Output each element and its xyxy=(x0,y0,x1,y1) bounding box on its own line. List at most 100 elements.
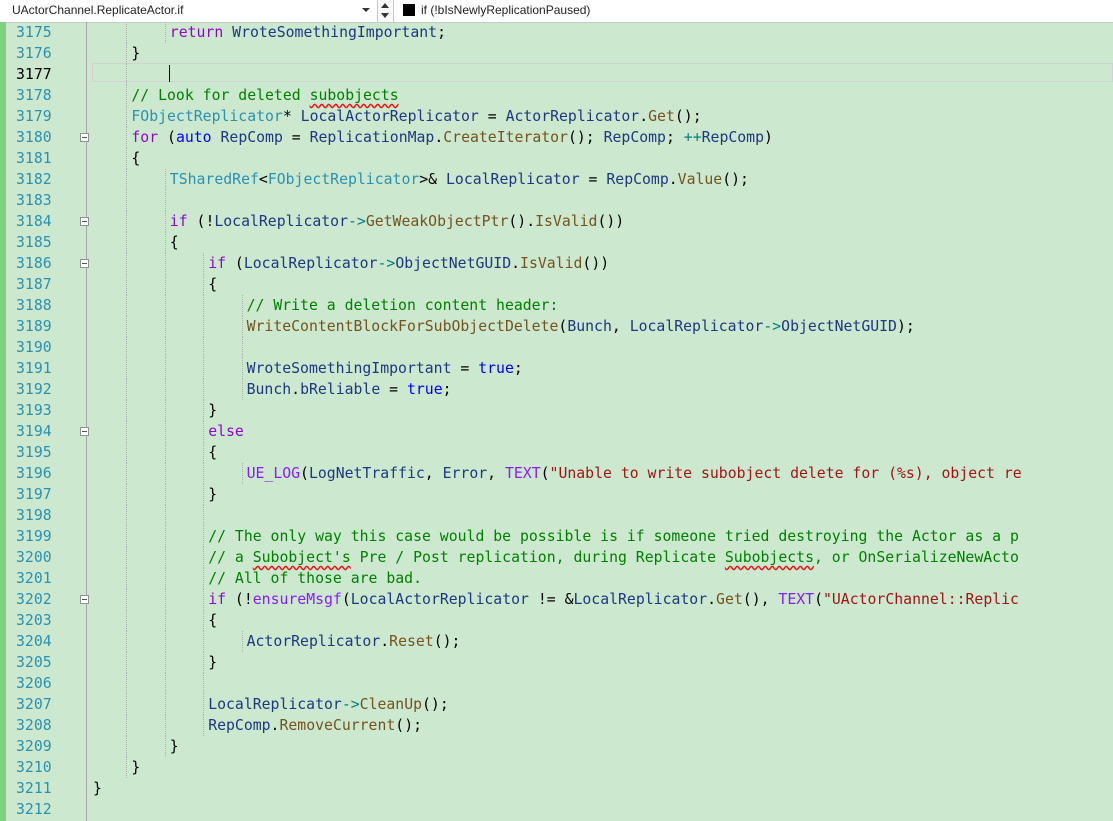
indent-guide xyxy=(203,379,205,400)
code-line[interactable]: 3183 xyxy=(0,190,1113,211)
indent-guide xyxy=(126,337,128,358)
code-line[interactable]: 3191 WroteSomethingImportant = true; xyxy=(0,358,1113,379)
code-text: } xyxy=(131,759,141,776)
indent-guide xyxy=(164,736,166,757)
indent-guide xyxy=(126,652,128,673)
line-number: 3187 xyxy=(16,276,52,293)
line-number: 3206 xyxy=(16,675,52,692)
indent-guide xyxy=(126,127,128,148)
line-number: 3177 xyxy=(16,66,52,83)
code-line[interactable]: 3203 { xyxy=(0,610,1113,631)
code-editor[interactable]: 3175 return WroteSomethingImportant; 3176}… xyxy=(0,22,1113,821)
code-text: } xyxy=(131,45,141,62)
code-line[interactable]: 3208 RepComp.RemoveCurrent(); xyxy=(0,715,1113,736)
code-line[interactable]: 3187 { xyxy=(0,274,1113,295)
line-number: 3181 xyxy=(16,150,52,167)
code-text: if (LocalReplicator->ObjectNetGUID.IsVal… xyxy=(208,255,610,272)
indent-guide xyxy=(126,22,128,43)
indent-guide xyxy=(203,526,205,547)
code-line[interactable]: 3181 { xyxy=(0,148,1113,169)
arrow-up-icon[interactable] xyxy=(381,3,389,8)
code-line[interactable]: 3175 return WroteSomethingImportant; xyxy=(0,22,1113,43)
code-line[interactable]: 3204 ActorReplicator.Reset(); xyxy=(0,631,1113,652)
code-line[interactable]: 3194 else xyxy=(0,421,1113,442)
line-number: 3208 xyxy=(16,717,52,734)
code-line[interactable]: 3210} xyxy=(0,757,1113,778)
indent-guide xyxy=(164,400,166,421)
line-number: 3209 xyxy=(16,738,52,755)
line-number: 3197 xyxy=(16,486,52,503)
code-line[interactable]: 3179 FObjectReplicator* LocalActorReplica… xyxy=(0,106,1113,127)
split-window-control[interactable] xyxy=(377,0,394,22)
code-line[interactable]: 3189 WriteContentBlockForSubObjectDelete(… xyxy=(0,316,1113,337)
indent-guide xyxy=(203,400,205,421)
line-number: 3182 xyxy=(16,171,52,188)
code-line[interactable]: 3196 UE_LOG(LogNetTraffic, Error, TEXT("U… xyxy=(0,463,1113,484)
code-text: // Write a deletion content header: xyxy=(246,297,559,314)
collapse-toggle-icon[interactable] xyxy=(80,133,89,142)
code-line[interactable]: 3212 xyxy=(0,799,1113,820)
code-line[interactable]: 3205} xyxy=(0,652,1113,673)
code-line[interactable]: 3190 xyxy=(0,337,1113,358)
scope-dropdown[interactable]: UActorChannel.ReplicateActor.if xyxy=(0,1,373,20)
code-text: LocalReplicator->CleanUp(); xyxy=(208,696,449,713)
indent-guide xyxy=(164,463,166,484)
code-line[interactable]: 3206 xyxy=(0,673,1113,694)
indent-guide xyxy=(241,295,243,316)
code-line[interactable]: 3209} xyxy=(0,736,1113,757)
code-text: { xyxy=(208,612,218,629)
indent-guide xyxy=(203,337,205,358)
code-line[interactable]: 3184 if (!LocalReplicator->GetWeakObjectP… xyxy=(0,211,1113,232)
indent-guide xyxy=(126,316,128,337)
line-number: 3198 xyxy=(16,507,52,524)
code-line[interactable]: 3182 TSharedRef<FObjectReplicator>& Local… xyxy=(0,169,1113,190)
arrow-down-icon[interactable] xyxy=(381,13,389,18)
chevron-down-icon[interactable] xyxy=(362,8,370,12)
indent-guide xyxy=(126,211,128,232)
code-line[interactable]: 3207 LocalReplicator->CleanUp(); xyxy=(0,694,1113,715)
code-line[interactable]: 3188 // Write a deletion content header: xyxy=(0,295,1113,316)
indent-guide xyxy=(164,169,166,190)
indent-guide xyxy=(126,64,128,85)
indent-guide xyxy=(126,169,128,190)
indent-guide xyxy=(203,358,205,379)
code-line[interactable]: 3202 if (!ensureMsgf(LocalActorReplicator… xyxy=(0,589,1113,610)
collapse-toggle-icon[interactable] xyxy=(80,427,89,436)
collapse-toggle-icon[interactable] xyxy=(80,217,89,226)
code-line[interactable]: 3180 for (auto RepComp = ReplicationMap.C… xyxy=(0,127,1113,148)
code-line[interactable]: 3198 xyxy=(0,505,1113,526)
code-line[interactable]: 3211} xyxy=(0,778,1113,799)
code-text: FObjectReplicator* LocalActorReplicator … xyxy=(131,108,702,125)
indent-guide xyxy=(164,631,166,652)
code-line[interactable]: 3195 { xyxy=(0,442,1113,463)
code-text: RepComp.RemoveCurrent(); xyxy=(208,717,423,734)
code-text: // The only way this case would be possi… xyxy=(208,528,1019,545)
code-line[interactable]: 3186 if (LocalReplicator->ObjectNetGUID.I… xyxy=(0,253,1113,274)
code-line[interactable]: 3176} xyxy=(0,43,1113,64)
code-line[interactable]: 3201 // All of those are bad. xyxy=(0,568,1113,589)
collapse-toggle-icon[interactable] xyxy=(80,595,89,604)
code-line[interactable]: 3199 // The only way this case would be p… xyxy=(0,526,1113,547)
code-line[interactable]: 3200 // a Subobject's Pre / Post replicat… xyxy=(0,547,1113,568)
indent-guide xyxy=(241,337,243,358)
code-line[interactable]: 3193} xyxy=(0,400,1113,421)
indent-guide xyxy=(203,274,205,295)
member-dropdown[interactable]: if (!bIsNewlyReplicationPaused) xyxy=(399,1,1113,20)
indent-guide xyxy=(203,316,205,337)
line-number: 3178 xyxy=(16,87,52,104)
indent-guide xyxy=(126,421,128,442)
indent-guide xyxy=(164,232,166,253)
indent-guide xyxy=(203,715,205,736)
collapse-toggle-icon[interactable] xyxy=(80,259,89,268)
code-line[interactable]: 3178 // Look for deleted subobjects xyxy=(0,85,1113,106)
code-line[interactable]: 3177 xyxy=(0,64,1113,85)
code-line[interactable]: 3192 Bunch.bReliable = true; xyxy=(0,379,1113,400)
line-number: 3210 xyxy=(16,759,52,776)
line-number: 3191 xyxy=(16,360,52,377)
indent-guide xyxy=(164,526,166,547)
line-number: 3202 xyxy=(16,591,52,608)
code-line[interactable]: 3197} xyxy=(0,484,1113,505)
indent-guide xyxy=(203,652,205,673)
code-line[interactable]: 3185 { xyxy=(0,232,1113,253)
indent-guide xyxy=(126,148,128,169)
